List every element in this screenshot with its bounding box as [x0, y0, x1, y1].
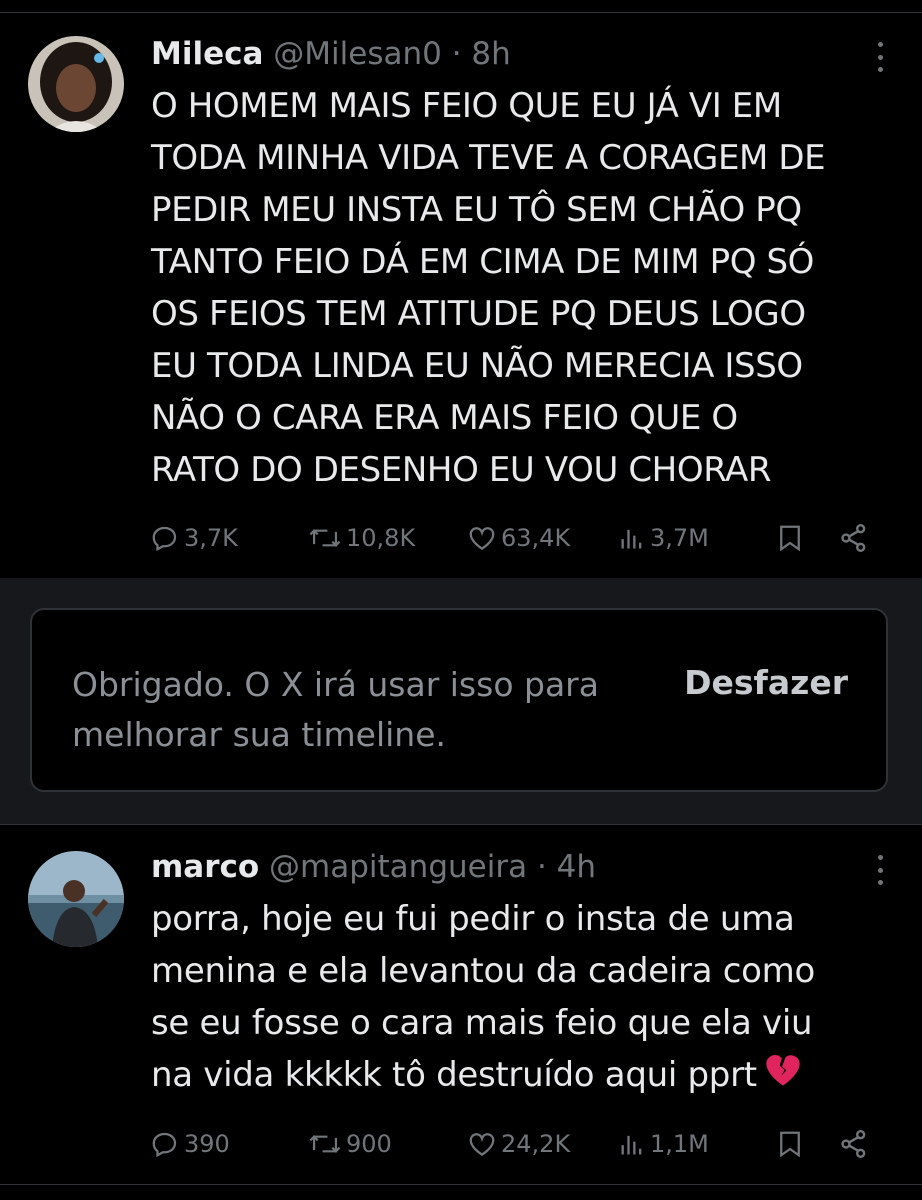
post-time[interactable]: 4h	[557, 849, 596, 885]
avatar[interactable]	[28, 851, 124, 947]
post-text: porra, hoje eu fui pedir o insta de uma …	[151, 893, 882, 1103]
share-icon	[841, 1130, 866, 1158]
reply-icon	[152, 526, 177, 552]
repost-button[interactable]: 10,8K	[308, 518, 415, 558]
views-button[interactable]: 1,1M	[618, 1124, 709, 1164]
heart-icon	[469, 1133, 495, 1156]
repost-button[interactable]: 900	[308, 1124, 392, 1164]
repost-count: 900	[346, 1130, 392, 1158]
post-text-body: porra, hoje eu fui pedir o insta de uma …	[151, 899, 815, 1095]
post-marco[interactable]: marco @mapitangueira · 4h porra, hoje eu…	[0, 824, 922, 1185]
share-button[interactable]	[838, 518, 870, 558]
post-time[interactable]: 8h	[471, 36, 510, 72]
bookmark-icon	[780, 1131, 800, 1158]
view-count: 3,7M	[650, 524, 709, 552]
share-icon	[841, 524, 866, 552]
post-header: Mileca @Milesan0 · 8h	[151, 34, 852, 74]
action-bar: 390 900 24,2K 1,1M	[150, 1124, 882, 1164]
share-button[interactable]	[838, 1124, 870, 1164]
views-icon	[621, 1135, 642, 1155]
display-name[interactable]: marco	[151, 849, 259, 885]
post-mileca[interactable]: Mileca @Milesan0 · 8h O HOMEM MAIS FEIO …	[0, 12, 922, 577]
reply-button[interactable]: 3,7K	[150, 518, 238, 558]
bottom-divider	[0, 1184, 922, 1185]
reply-count: 3,7K	[184, 524, 238, 552]
separator-dot: ·	[451, 36, 462, 72]
heart-icon	[469, 527, 495, 550]
broken-heart-icon	[763, 1050, 803, 1103]
action-bar: 3,7K 10,8K 63,4K 3,7M	[150, 518, 882, 558]
user-handle[interactable]: @Milesan0	[273, 36, 442, 72]
bookmark-icon	[780, 525, 800, 552]
view-count: 1,1M	[650, 1130, 709, 1158]
bookmark-button[interactable]	[775, 1124, 805, 1164]
more-options-icon[interactable]	[876, 855, 884, 885]
post-text: O HOMEM MAIS FEIO QUE EU JÁ VI EM TODA M…	[151, 86, 826, 490]
views-icon	[621, 529, 642, 549]
feedback-notice: Obrigado. O X irá usar isso para melhora…	[30, 608, 888, 792]
repost-icon	[309, 1135, 341, 1153]
post-header: marco @mapitangueira · 4h	[151, 847, 852, 887]
like-count: 63,4K	[501, 524, 571, 552]
more-options-icon[interactable]	[876, 42, 884, 72]
user-handle[interactable]: @mapitangueira	[269, 849, 527, 885]
undo-button[interactable]: Desfazer	[684, 658, 848, 708]
like-button[interactable]: 63,4K	[467, 518, 570, 558]
reply-icon	[152, 1132, 177, 1158]
reply-button[interactable]: 390	[150, 1124, 230, 1164]
avatar[interactable]	[28, 36, 124, 132]
like-button[interactable]: 24,2K	[467, 1124, 570, 1164]
display-name[interactable]: Mileca	[151, 36, 263, 72]
reply-count: 390	[184, 1130, 230, 1158]
views-button[interactable]: 3,7M	[618, 518, 709, 558]
bookmark-button[interactable]	[775, 518, 805, 558]
repost-icon	[309, 529, 341, 547]
separator-dot: ·	[536, 849, 547, 885]
like-count: 24,2K	[501, 1130, 571, 1158]
notice-text: Obrigado. O X irá usar isso para melhora…	[72, 665, 599, 754]
repost-count: 10,8K	[346, 524, 416, 552]
